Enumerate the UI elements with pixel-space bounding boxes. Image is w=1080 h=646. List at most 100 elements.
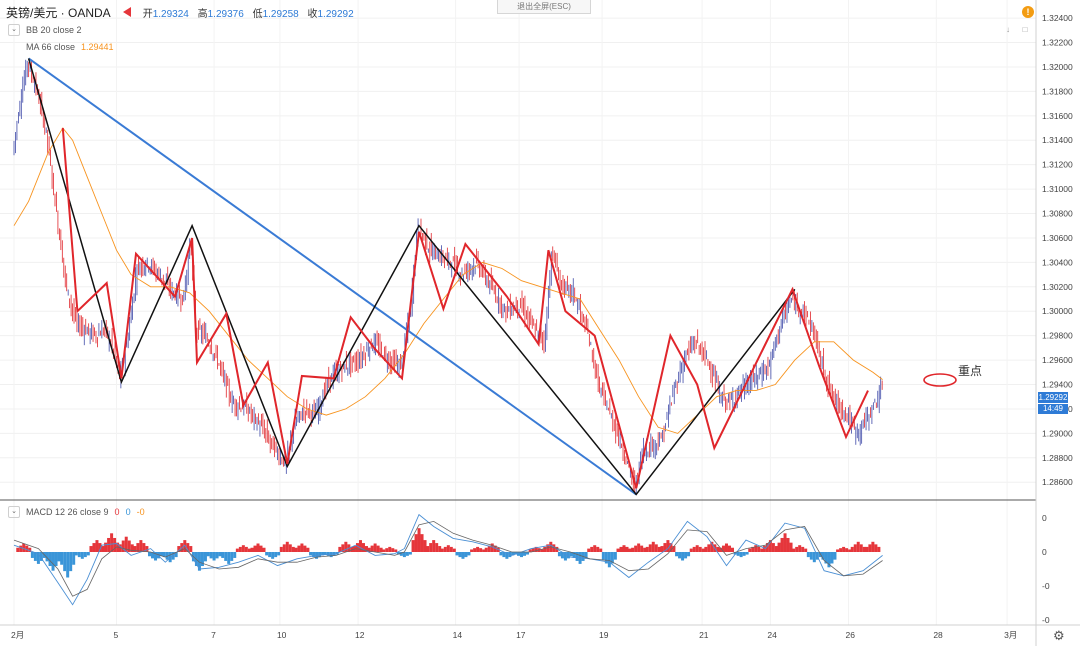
chevron-down-icon[interactable]: ⌄ — [8, 506, 20, 518]
macd-indicator-row[interactable]: ⌄ MACD 12 26 close 9 0 0 -0 — [8, 506, 145, 518]
price-tick-label: 1.30200 — [1042, 282, 1073, 292]
macd-bar — [376, 545, 380, 552]
macd-bar — [798, 545, 802, 552]
price-tick-label: 1.32400 — [1042, 13, 1073, 23]
macd-bar — [379, 547, 383, 552]
macd-bar — [48, 552, 52, 567]
macd-bar — [792, 548, 796, 552]
macd-bar — [300, 543, 304, 552]
macd-bar — [830, 552, 834, 564]
macd-value-1: 0 — [114, 507, 120, 517]
macd-bar — [110, 533, 114, 552]
chart-canvas[interactable]: 1.32400 1.32200 1.32000 1.31800 1.31600 1.314… — [0, 0, 1080, 646]
macd-bar — [60, 552, 64, 565]
macd-bar — [607, 552, 611, 568]
flag-icon[interactable] — [122, 7, 131, 17]
ma-66-line — [13, 127, 883, 434]
macd-bar — [268, 552, 272, 558]
macd-bar — [619, 546, 623, 552]
macd-bar — [455, 552, 459, 556]
macd-bar — [464, 552, 468, 558]
price-tick-label: 1.29800 — [1042, 331, 1073, 341]
macd-bar — [22, 543, 26, 552]
macd-bar — [739, 552, 743, 558]
macd-bar — [593, 545, 597, 552]
macd-bar — [318, 552, 322, 558]
time-axis: 2月 5 7 10 12 14 17 19 21 24 26 28 3月 — [11, 630, 1017, 640]
macd-bar — [599, 548, 603, 552]
macd-bar — [373, 543, 377, 552]
macd-bar — [848, 549, 852, 552]
time-tick-label: 10 — [277, 630, 287, 640]
macd-bar — [277, 552, 281, 556]
macd-bar — [361, 543, 365, 552]
arrow-down-icon[interactable]: ↓ — [1003, 25, 1013, 35]
macd-bar — [862, 546, 866, 552]
macd-bar — [777, 542, 781, 552]
maximize-icon[interactable]: □ — [1020, 25, 1030, 35]
macd-bar — [757, 546, 761, 552]
macd-bar — [482, 549, 486, 552]
macd-bar — [452, 548, 456, 552]
price-tick-label: 1.29400 — [1042, 380, 1073, 390]
exit-fullscreen-button[interactable]: 退出全屏(ESC) — [497, 0, 591, 14]
macd-bar — [80, 552, 84, 559]
macd-bar — [274, 552, 278, 558]
close-value: 1.29292 — [317, 8, 354, 20]
time-tick-label: 2月 — [11, 630, 24, 640]
macd-bar — [95, 540, 99, 552]
macd-bar — [657, 546, 661, 552]
macd-bar — [461, 552, 465, 559]
macd-bar — [484, 547, 488, 552]
macd-bar — [628, 548, 632, 552]
macd-bar — [774, 546, 778, 552]
bb-indicator-row[interactable]: ⌄ BB 20 close 2 — [8, 24, 82, 36]
macd-bar — [429, 543, 433, 552]
macd-bar — [101, 546, 105, 552]
macd-bar — [417, 528, 421, 552]
bb-indicator-label[interactable]: BB 20 close 2 — [26, 25, 82, 35]
macd-bar — [230, 552, 234, 561]
macd-bar — [446, 545, 450, 552]
macd-bar — [804, 548, 808, 552]
macd-bar — [634, 545, 638, 552]
macd-bar — [294, 547, 298, 552]
macd-bar — [842, 546, 846, 552]
black-zigzag-line — [27, 58, 796, 496]
macd-bar — [692, 546, 696, 552]
macd-bar — [812, 552, 816, 563]
price-tick-label: 1.28800 — [1042, 453, 1073, 463]
macd-bar — [575, 552, 579, 561]
macd-bar — [684, 552, 688, 559]
macd-bar — [687, 552, 691, 557]
symbol-title[interactable]: 英镑/美元 · OANDA — [6, 4, 111, 21]
macd-tick-label: -0 — [1042, 615, 1050, 625]
macd-bar — [877, 546, 881, 552]
macd-bar — [596, 546, 600, 552]
macd-bar — [291, 546, 295, 552]
macd-bar — [244, 546, 248, 552]
macd-bar — [443, 546, 447, 552]
chevron-down-icon[interactable]: ⌄ — [8, 24, 20, 36]
macd-bar — [388, 546, 392, 552]
macd-bar — [836, 549, 840, 552]
ma-indicator-label[interactable]: MA 66 close — [26, 42, 75, 52]
time-tick-label: 7 — [211, 630, 216, 640]
macd-indicator-label[interactable]: MACD 12 26 close 9 — [26, 507, 109, 517]
macd-tick-label: 0 — [1042, 547, 1047, 557]
macd-bar — [382, 549, 386, 552]
time-tick-label: 21 — [699, 630, 709, 640]
macd-bar — [405, 552, 409, 556]
macd-bar — [420, 534, 424, 552]
macd-bar — [256, 543, 260, 552]
gear-icon[interactable]: ⚙ — [1053, 628, 1065, 644]
alert-icon[interactable]: ! — [1022, 6, 1034, 18]
macd-bar — [358, 540, 362, 552]
macd-bar — [19, 545, 23, 552]
macd-bar — [833, 552, 837, 560]
macd-bar — [640, 545, 644, 552]
price-tick-label: 1.31000 — [1042, 184, 1073, 194]
ma-indicator-row[interactable]: MA 66 close 1.29441 — [26, 42, 114, 52]
macd-bar — [271, 552, 275, 559]
macd-bar — [622, 545, 626, 552]
